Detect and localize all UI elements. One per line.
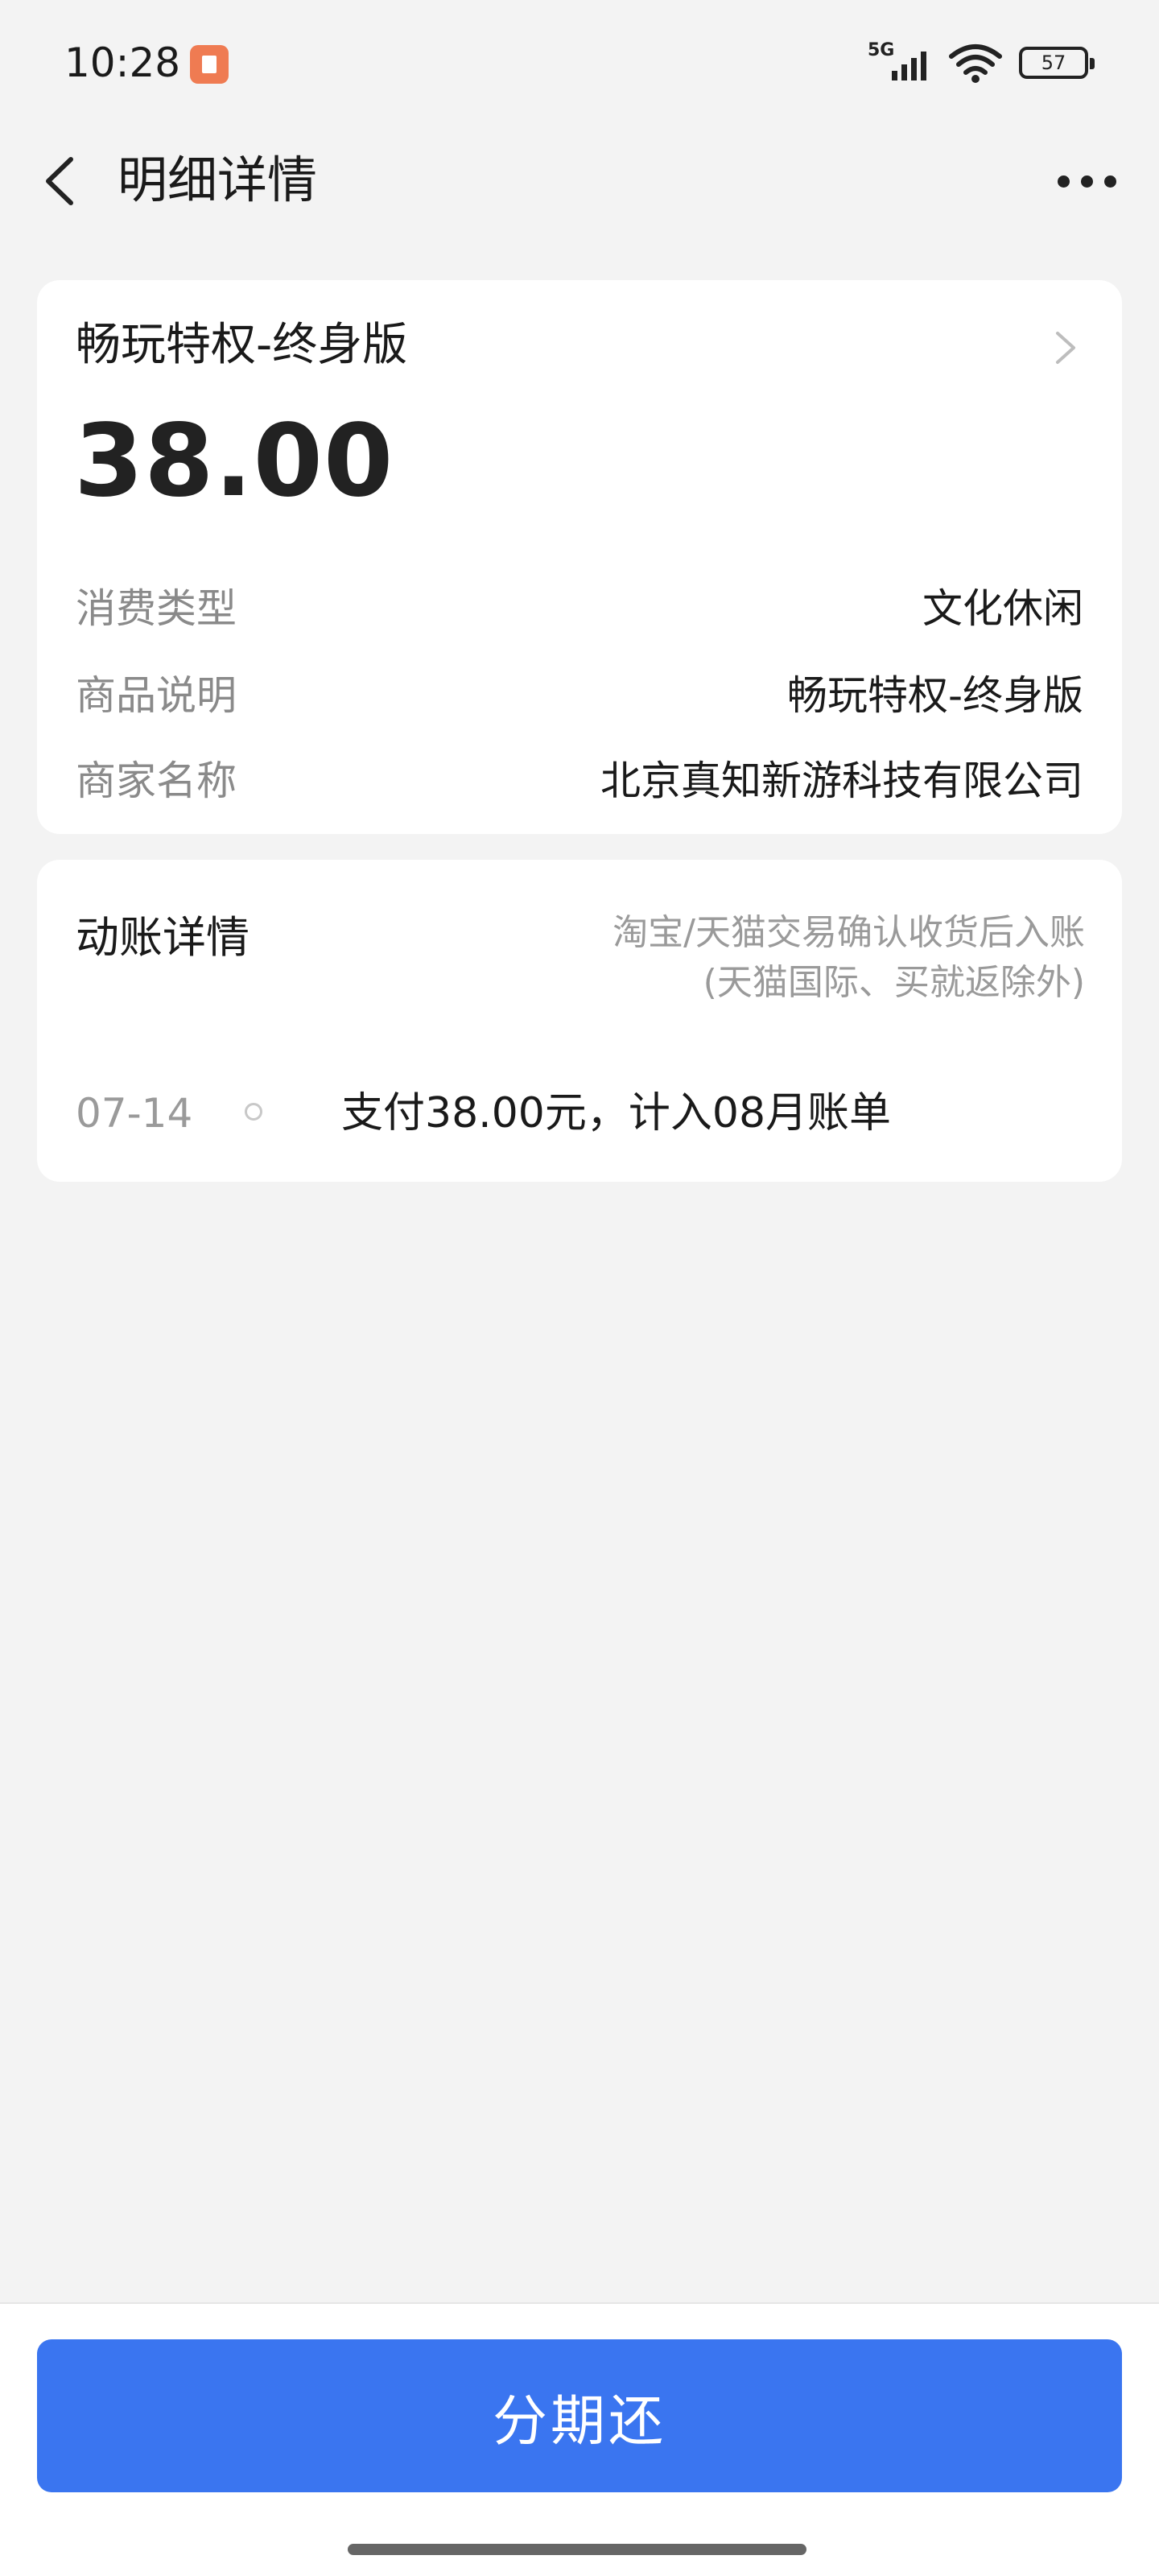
page-title: 明细详情	[118, 151, 318, 209]
notification-app-icon	[190, 45, 229, 84]
section-title: 动账详情	[76, 912, 250, 963]
installment-repay-button[interactable]: 分期还	[37, 2339, 1122, 2492]
back-arrow-icon[interactable]	[35, 153, 92, 209]
battery-level: 57	[1041, 52, 1066, 74]
posting-note-line-2: (天猫国际、买就返除外)	[703, 962, 1085, 1003]
detail-row-merchant-name: 商家名称 北京真知新游科技有限公司	[76, 749, 1083, 807]
transaction-card: 畅玩特权-终身版 38.00 消费类型 文化休闲 商品说明 畅玩特权-终身版 商…	[37, 280, 1122, 834]
status-time: 10:28	[64, 39, 181, 86]
detail-label: 商家名称	[76, 758, 237, 804]
transaction-title[interactable]: 畅玩特权-终身版	[76, 317, 407, 374]
home-indicator[interactable]	[348, 2544, 806, 2555]
detail-row-product-description: 商品说明 畅玩特权-终身版	[76, 663, 1083, 721]
posting-note: 淘宝/天猫交易确认收货后入账 (天猫国际、买就返除外)	[612, 908, 1085, 1008]
battery-icon: 57	[1019, 47, 1095, 79]
network-type-label: 5G	[868, 40, 895, 60]
chevron-right-icon[interactable]	[1051, 330, 1080, 365]
timeline-date: 07-14	[76, 1090, 193, 1137]
status-indicators: 5G 57	[868, 39, 1095, 87]
bottom-action-bar: 分期还	[0, 2302, 1159, 2576]
posting-note-line-1: 淘宝/天猫交易确认收货后入账	[612, 912, 1085, 953]
timeline-text: 支付38.00元，计入08月账单	[341, 1089, 892, 1137]
more-options-icon[interactable]	[1046, 159, 1127, 203]
transaction-amount: 38.00	[74, 403, 394, 519]
wifi-icon	[948, 42, 1003, 84]
detail-value: 文化休闲	[922, 585, 1083, 632]
timeline-dot-icon	[245, 1103, 262, 1121]
detail-label: 消费类型	[76, 585, 237, 632]
account-movement-card: 动账详情 淘宝/天猫交易确认收货后入账 (天猫国际、买就返除外) 07-14 支…	[37, 860, 1122, 1182]
cellular-signal-icon: 5G	[868, 40, 932, 85]
status-bar: 10:28 5G 57	[0, 0, 1159, 129]
detail-value: 畅玩特权-终身版	[786, 672, 1083, 719]
detail-value: 北京真知新游科技有限公司	[600, 758, 1083, 804]
detail-row-consumption-type: 消费类型 文化休闲	[76, 576, 1083, 634]
detail-label: 商品说明	[76, 672, 237, 719]
timeline-item: 07-14 支付38.00元，计入08月账单	[76, 1084, 1083, 1143]
nav-bar: 明细详情	[0, 129, 1159, 233]
